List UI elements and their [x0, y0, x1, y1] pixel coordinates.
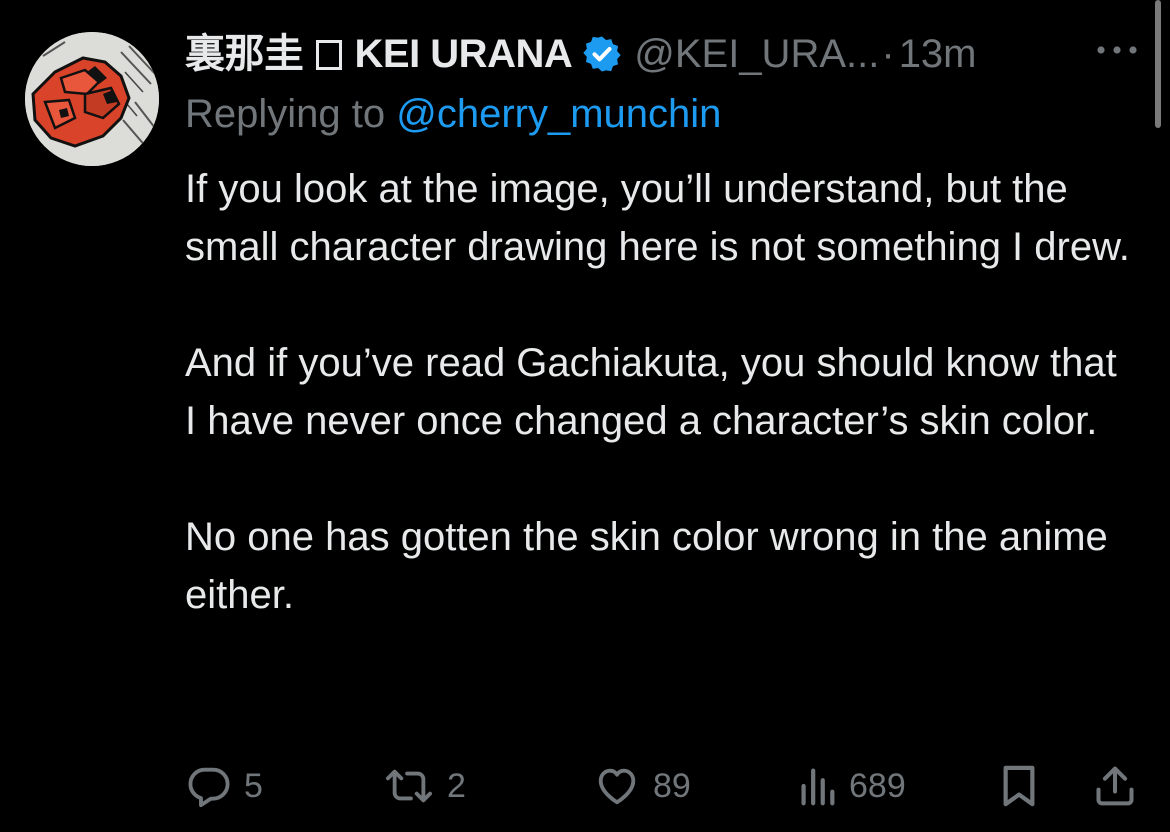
like-count: 89	[653, 766, 691, 805]
retweet-icon	[385, 769, 432, 803]
replying-prefix: Replying to	[185, 92, 386, 136]
avatar-icon	[25, 32, 159, 166]
like-button[interactable]: 89	[593, 758, 691, 814]
tweet-paragraph: No one has gotten the skin color wrong i…	[185, 515, 1108, 617]
scrollbar[interactable]	[1155, 0, 1161, 128]
verified-badge-icon[interactable]	[582, 34, 622, 74]
views-count: 689	[849, 766, 906, 805]
display-name[interactable]: 裏那圭	[185, 28, 304, 80]
display-name-latin[interactable]: KEI URANA	[355, 28, 573, 80]
share-button[interactable]	[1093, 758, 1137, 814]
tweet-paragraph: If you look at the image, you’ll underst…	[185, 167, 1130, 269]
action-bar: 5 2 89 689	[0, 758, 1170, 818]
separator-dot: ·	[881, 32, 895, 76]
replying-to-link[interactable]: @cherry_munchin	[396, 92, 721, 136]
avatar[interactable]	[25, 32, 159, 166]
reply-count: 5	[244, 766, 263, 805]
timestamp[interactable]: 13m	[899, 28, 977, 80]
views-chart-icon	[801, 768, 835, 806]
heart-icon	[598, 768, 636, 805]
tweet-text: If you look at the image, you’ll underst…	[185, 160, 1135, 624]
retweet-button[interactable]: 2	[383, 758, 466, 814]
tweet-paragraph: And if you’ve read Gachiakuta, you shoul…	[185, 341, 1117, 443]
retweet-count: 2	[447, 766, 466, 805]
bookmark-button[interactable]	[998, 758, 1040, 814]
reply-icon	[188, 767, 230, 808]
tweet[interactable]: 裏那圭 KEI URANA @KEI_URA... · 13m Replying…	[0, 0, 1170, 832]
share-icon	[1096, 766, 1134, 806]
reply-button[interactable]: 5	[186, 758, 263, 814]
replying-to: Replying to @cherry_munchin	[185, 88, 721, 140]
tweet-header: 裏那圭 KEI URANA @KEI_URA... · 13m	[185, 28, 977, 80]
name-glyph-box	[315, 40, 342, 70]
bookmark-icon	[1003, 765, 1035, 807]
user-handle[interactable]: @KEI_URA...	[634, 28, 879, 80]
views-button[interactable]: 689	[797, 758, 906, 814]
more-dots-icon[interactable]	[1093, 40, 1141, 60]
